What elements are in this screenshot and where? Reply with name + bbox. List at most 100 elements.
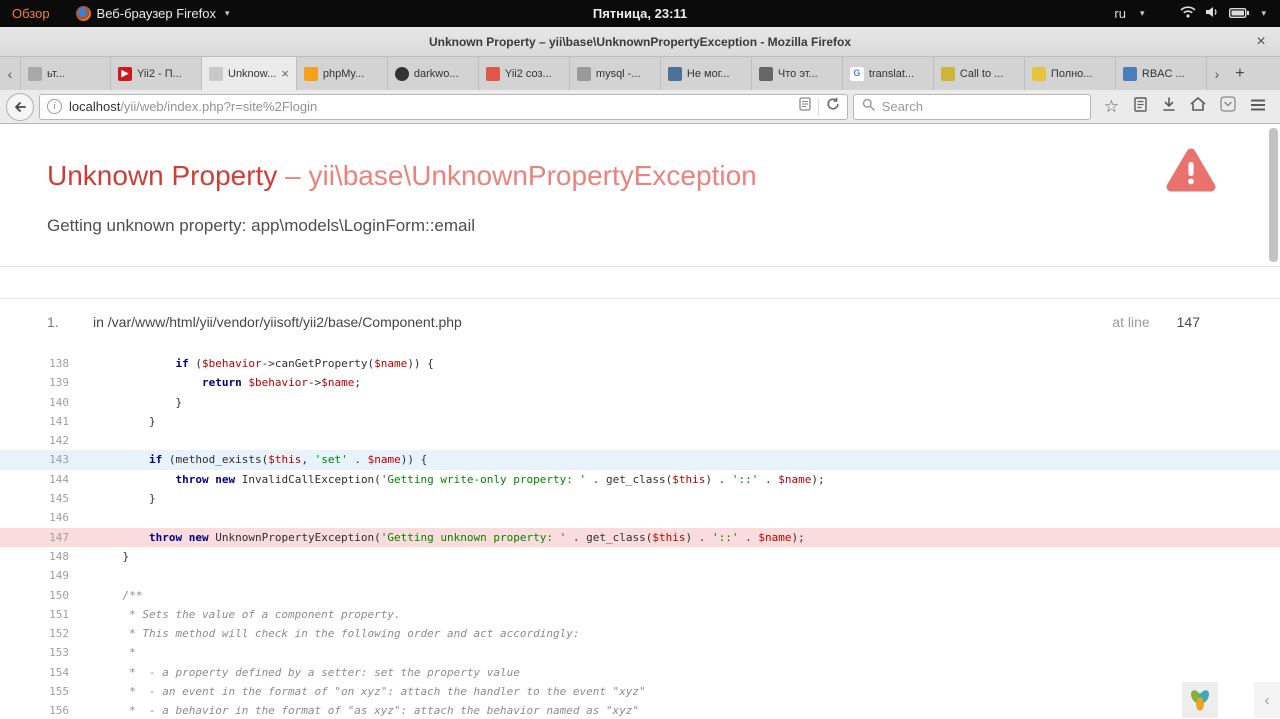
- page-content: Unknown Property – yii\base\UnknownPrope…: [0, 124, 1280, 719]
- url-text: localhost/yii/web/index.php?r=site%2Flog…: [69, 99, 792, 114]
- pocket-icon[interactable]: [1220, 96, 1236, 117]
- tab-scroll-left-button[interactable]: ‹: [0, 57, 20, 90]
- downloads-icon[interactable]: [1162, 96, 1176, 117]
- code-line: 142: [0, 431, 1280, 450]
- tab[interactable]: Что эт...: [752, 57, 843, 90]
- url-bar[interactable]: i localhost/yii/web/index.php?r=site%2Fl…: [39, 93, 848, 120]
- line-number: 139: [49, 376, 69, 390]
- firefox-icon: [75, 6, 91, 21]
- tab-active[interactable]: Unknow... ×: [202, 57, 297, 90]
- code-line: 152 * This method will check in the foll…: [0, 624, 1280, 643]
- tabbar-spacer: [1253, 57, 1280, 90]
- home-icon[interactable]: [1190, 97, 1206, 116]
- bookmark-star-icon[interactable]: ☆: [1104, 98, 1119, 115]
- back-button[interactable]: [6, 92, 34, 121]
- search-icon: [862, 98, 875, 116]
- tab-label: Call to ...: [959, 67, 1004, 80]
- site-info-icon[interactable]: i: [47, 99, 62, 114]
- code-line: 143 if (method_exists($this, 'set' . $na…: [0, 450, 1280, 470]
- tab[interactable]: ьт...: [20, 57, 111, 90]
- app-menu-button[interactable]: Веб-браузер Firefox ▾: [75, 6, 230, 21]
- stack-index: 1.: [47, 314, 59, 330]
- code-block: 138 if ($behavior->canGetProperty($name)…: [0, 354, 1280, 719]
- clock[interactable]: Пятница, 23:11: [593, 6, 687, 21]
- tab[interactable]: Не мог...: [661, 57, 752, 90]
- tab-label: Что эт...: [777, 67, 818, 80]
- screen: Обзор Веб-браузер Firefox ▾ Пятница, 23:…: [0, 0, 1280, 719]
- line-number: 146: [49, 511, 69, 525]
- page-icon: [28, 66, 42, 81]
- tab[interactable]: mysql -...: [570, 57, 661, 90]
- tab-label: darkwo...: [413, 67, 459, 80]
- tab[interactable]: ▶ Yii2 - П...: [111, 57, 202, 90]
- menu-hamburger-icon[interactable]: [1250, 98, 1266, 116]
- code-line: 155 * - an event in the format of "on xy…: [0, 682, 1280, 701]
- tab[interactable]: RBAC ...: [1116, 57, 1207, 90]
- line-code: }: [96, 549, 130, 563]
- scrollbar-thumb[interactable]: [1269, 128, 1278, 262]
- tab[interactable]: phpMy...: [297, 57, 388, 90]
- page-scrollbar[interactable]: [1269, 124, 1278, 719]
- website-icon: [758, 66, 773, 81]
- line-code: }: [96, 492, 156, 506]
- activities-button[interactable]: Обзор: [0, 6, 60, 21]
- url-host: localhost: [69, 99, 121, 114]
- line-number: 154: [49, 665, 69, 679]
- tab-bar: ‹ ьт... ▶ Yii2 - П... Unknow... × phpMy... dar…: [0, 57, 1280, 90]
- tab-close-icon[interactable]: ×: [281, 67, 289, 80]
- tab-label: ьт...: [47, 67, 65, 80]
- code-line: 156 * - a behavior in the format of "as …: [0, 701, 1280, 719]
- window-close-button[interactable]: ×: [1251, 33, 1271, 50]
- yii-logo-icon: [1190, 690, 1210, 711]
- line-number: 140: [49, 395, 69, 409]
- line-number: 148: [49, 549, 69, 563]
- tab[interactable]: Yii2 соз...: [479, 57, 570, 90]
- system-tray[interactable]: ru ▾ ▾: [1114, 6, 1266, 21]
- new-tab-button[interactable]: +: [1227, 57, 1253, 90]
- line-number: 145: [49, 492, 69, 506]
- search-input[interactable]: [881, 99, 1082, 114]
- system-top-bar: Обзор Веб-браузер Firefox ▾ Пятница, 23:…: [0, 0, 1280, 27]
- tab[interactable]: Gtranslat...: [843, 57, 934, 90]
- code-line: 154 * - a property defined by a setter: …: [0, 663, 1280, 682]
- line-number: 141: [49, 414, 69, 428]
- line-code: if ($behavior->canGetProperty($name)) {: [175, 357, 434, 370]
- line-code: }: [96, 414, 156, 428]
- line-code: * - an event in the format of "on xyz": …: [96, 685, 646, 699]
- code-line: 144 throw new InvalidCallException('Gett…: [0, 470, 1280, 489]
- tab-strip: ьт... ▶ Yii2 - П... Unknow... × phpMy... darkw…: [20, 57, 1207, 90]
- tab[interactable]: Call to ...: [934, 57, 1025, 90]
- code-line: 145 }: [0, 489, 1280, 508]
- call-stack-item-header[interactable]: 1. in /var/www/html/yii/vendor/yiisoft/y…: [0, 299, 1280, 330]
- line-code: /**: [96, 588, 143, 602]
- bookmarks-menu-icon[interactable]: [1133, 96, 1148, 117]
- reader-mode-icon[interactable]: [799, 97, 811, 116]
- website-icon: [1031, 66, 1046, 81]
- terminal-icon: [576, 66, 591, 81]
- line-code: throw new UnknownPropertyException('Gett…: [148, 530, 805, 544]
- chevron-down-icon: ▾: [224, 8, 230, 18]
- toolbar-actions: ☆: [1104, 96, 1266, 117]
- tab[interactable]: Полно...: [1025, 57, 1116, 90]
- code-line: 138 if ($behavior->canGetProperty($name)…: [0, 354, 1280, 373]
- website-icon: [667, 66, 682, 81]
- code-line: 139 return $behavior->$name;: [0, 373, 1280, 392]
- tab-label: translat...: [868, 67, 915, 80]
- battery-icon: [1229, 6, 1250, 21]
- line-code: return $behavior->$name;: [201, 376, 361, 390]
- website-icon: [485, 66, 500, 81]
- app-menu-label: Веб-браузер Firefox: [96, 6, 216, 21]
- tab[interactable]: darkwo...: [388, 57, 479, 90]
- tab-scroll-right-button[interactable]: ›: [1207, 57, 1227, 90]
- search-bar[interactable]: [852, 93, 1091, 120]
- yii-logo-button[interactable]: [1182, 682, 1218, 718]
- reload-icon[interactable]: [826, 97, 840, 116]
- github-icon: [394, 66, 409, 81]
- url-separator: [817, 97, 819, 116]
- line-number: 150: [49, 588, 69, 602]
- line-number: 143: [49, 453, 69, 467]
- tab-label: Yii2 соз...: [504, 67, 552, 80]
- warning-triangle-icon: [1164, 146, 1218, 199]
